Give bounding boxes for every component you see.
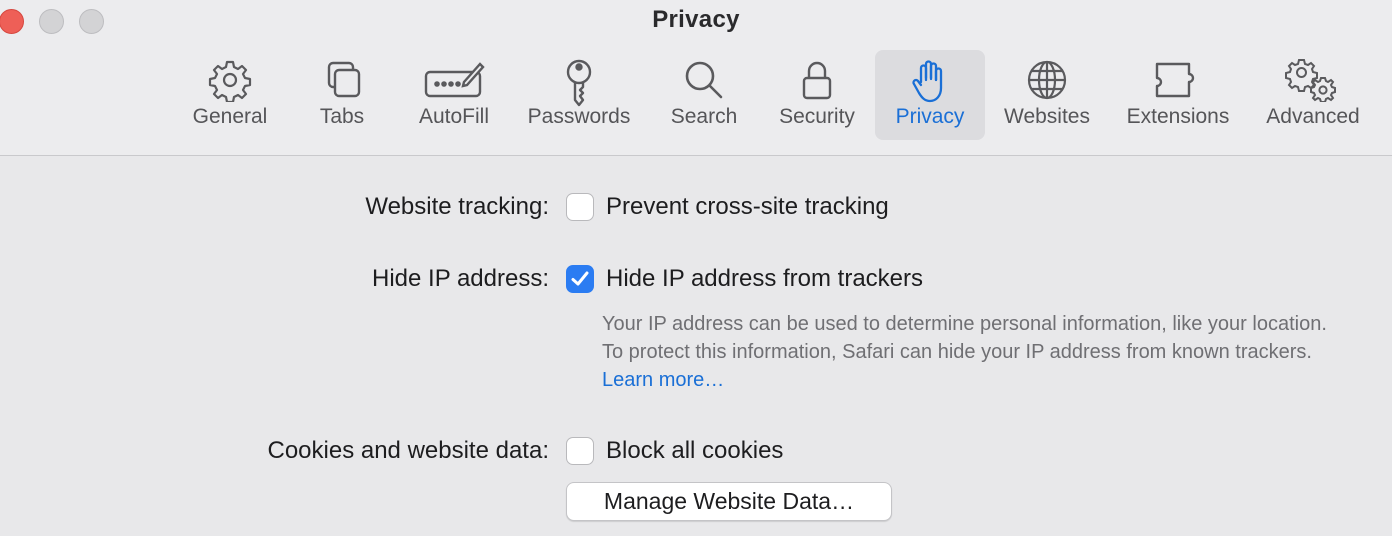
checkmark-icon <box>571 271 589 286</box>
autofill-icon <box>400 58 508 102</box>
manage-website-data-button[interactable]: Manage Website Data… <box>566 482 892 521</box>
tab-label: Websites <box>1004 105 1090 128</box>
tab-label: Security <box>779 105 855 128</box>
tab-extensions[interactable]: Extensions <box>1114 50 1242 140</box>
tab-label: Tabs <box>319 105 365 128</box>
globe-icon <box>994 58 1100 102</box>
tab-label: Privacy <box>895 105 965 128</box>
learn-more-link[interactable]: Learn more… <box>602 369 724 391</box>
tab-autofill[interactable]: AutoFill <box>400 50 508 140</box>
hide-ip-address-checkbox[interactable] <box>566 265 594 293</box>
tab-general[interactable]: General <box>176 50 284 140</box>
window-title: Privacy <box>652 6 740 33</box>
prevent-cross-site-tracking-label[interactable]: Prevent cross-site tracking <box>606 193 889 221</box>
tab-label: Extensions <box>1126 105 1230 128</box>
window-titlebar: Privacy General Tabs AutoFill Passwords … <box>0 0 1392 156</box>
hide-ip-description-text: Your IP address can be used to determine… <box>602 313 1327 363</box>
tab-label: AutoFill <box>418 105 490 128</box>
gears-icon <box>1254 58 1372 102</box>
tab-privacy[interactable]: Privacy <box>875 50 985 140</box>
tab-advanced[interactable]: Advanced <box>1254 50 1372 140</box>
tab-label: Passwords <box>527 105 631 128</box>
tab-tabs[interactable]: Tabs <box>290 50 394 140</box>
gear-icon <box>176 58 284 102</box>
block-all-cookies-checkbox[interactable] <box>566 437 594 465</box>
tab-passwords[interactable]: Passwords <box>516 50 642 140</box>
tabs-icon <box>290 58 394 102</box>
hide-ip-address-label: Hide IP address: <box>372 265 549 292</box>
tab-security[interactable]: Security <box>764 50 870 140</box>
tab-search[interactable]: Search <box>652 50 756 140</box>
key-icon <box>516 58 642 107</box>
hide-ip-address-option-label[interactable]: Hide IP address from trackers <box>606 265 923 293</box>
lock-icon <box>764 58 870 102</box>
puzzle-icon <box>1114 58 1242 102</box>
website-tracking-label: Website tracking: <box>365 193 549 220</box>
tab-label: Search <box>670 105 738 128</box>
hand-icon <box>875 58 985 103</box>
search-icon <box>652 58 756 102</box>
prevent-cross-site-tracking-checkbox[interactable] <box>566 193 594 221</box>
cookies-website-data-label: Cookies and website data: <box>267 437 549 464</box>
tab-label: General <box>192 105 268 128</box>
hide-ip-description: Your IP address can be used to determine… <box>602 310 1342 394</box>
block-all-cookies-label[interactable]: Block all cookies <box>606 437 783 465</box>
tab-websites[interactable]: Websites <box>994 50 1100 140</box>
tab-label: Advanced <box>1266 105 1360 128</box>
